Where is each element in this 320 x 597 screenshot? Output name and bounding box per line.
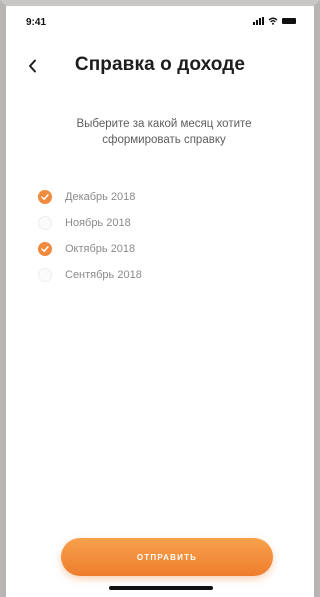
month-label: Декабрь 2018	[65, 191, 136, 203]
status-icons	[253, 17, 296, 25]
screen: 9:41 Справка о доходе Выберите за какой …	[0, 0, 320, 597]
status-time: 9:41	[26, 17, 47, 28]
month-label: Сентябрь 2018	[65, 269, 142, 281]
radio-button[interactable]	[38, 216, 52, 230]
send-button[interactable]: ОТПРАВИТЬ	[61, 538, 273, 576]
month-option[interactable]: Декабрь 2018	[38, 184, 278, 210]
status-bar: 9:41	[0, 0, 320, 40]
month-option[interactable]: Октябрь 2018	[38, 236, 278, 262]
page-title: Справка о доходе	[74, 54, 246, 75]
battery-icon	[282, 18, 296, 24]
checkmark-icon	[41, 246, 49, 252]
radio-button[interactable]	[38, 190, 52, 204]
month-option[interactable]: Сентябрь 2018	[38, 262, 278, 288]
month-option[interactable]: Ноябрь 2018	[38, 210, 278, 236]
device-frame	[0, 0, 320, 597]
radio-button[interactable]	[38, 242, 52, 256]
month-list: Декабрь 2018 Ноябрь 2018 Октябрь 2018 Се…	[38, 184, 278, 288]
background-decoration	[0, 395, 6, 475]
month-label: Ноябрь 2018	[65, 217, 131, 229]
month-label: Октябрь 2018	[65, 243, 136, 255]
wifi-icon	[268, 17, 278, 25]
cellular-signal-icon	[253, 17, 264, 25]
navigation-bar: Справка о доходе	[0, 48, 320, 84]
checkmark-icon	[41, 194, 49, 200]
home-indicator	[109, 586, 213, 590]
instruction-text: Выберите за какой месяц хотите сформиров…	[76, 118, 252, 146]
radio-button[interactable]	[38, 268, 52, 282]
